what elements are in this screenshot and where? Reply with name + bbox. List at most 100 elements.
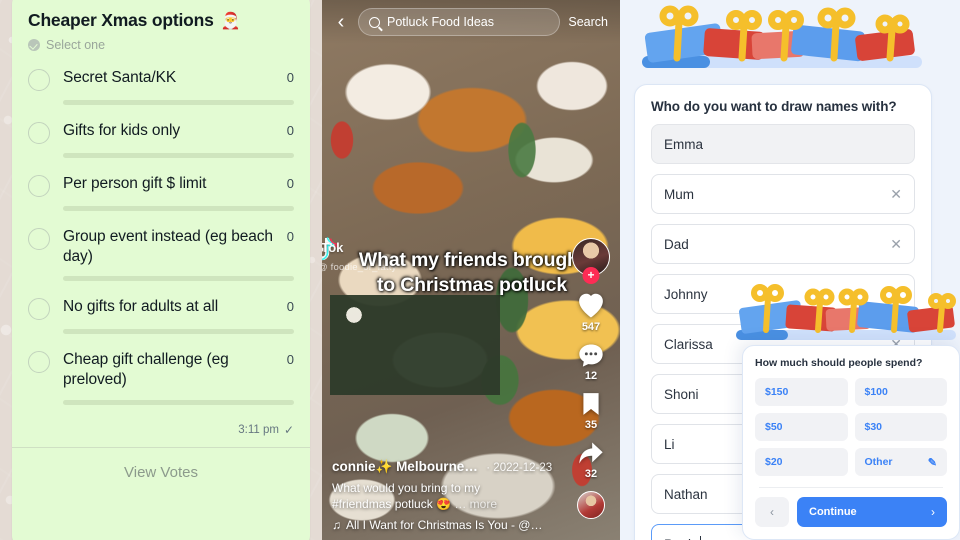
- name-value: Emma: [664, 136, 704, 152]
- creator-username[interactable]: connie✨ Melbourne…: [332, 459, 478, 474]
- poll-option[interactable]: Secret Santa/KK 0: [28, 68, 294, 105]
- poll-option[interactable]: Group event instead (eg beach day) 0: [28, 227, 294, 282]
- divider: [759, 487, 943, 488]
- poll-message-bubble[interactable]: Cheaper Xmas options 🎅 Select one Secret…: [12, 0, 310, 540]
- spend-option-20[interactable]: $20: [755, 448, 848, 476]
- caption-line-1: What my friends brought: [358, 249, 586, 271]
- radio-icon[interactable]: [28, 228, 50, 250]
- comment-action[interactable]: 12: [577, 342, 605, 382]
- description-line-2: #friendmas potluck 😍: [332, 496, 451, 511]
- continue-label: Continue: [809, 506, 857, 518]
- back-chevron-icon[interactable]: ‹: [332, 12, 350, 32]
- poll-option[interactable]: No gifts for adults at all 0: [28, 297, 294, 335]
- poll-option[interactable]: Gifts for kids only 0: [28, 121, 294, 158]
- poll-option-label: Gifts for kids only: [63, 122, 180, 139]
- spend-option-100[interactable]: $100: [854, 378, 947, 406]
- name-value: Dad: [664, 236, 689, 252]
- name-input-dad[interactable]: Dad ✕: [651, 224, 915, 264]
- pencil-icon[interactable]: ✎: [928, 456, 937, 469]
- sushi-platter-decor: [330, 295, 500, 395]
- spend-option-150[interactable]: $150: [755, 378, 848, 406]
- bookmark-icon: [583, 393, 599, 415]
- spend-card-navigation: ‹ Continue ›: [755, 497, 947, 527]
- spend-option-label: $150: [765, 386, 789, 398]
- message-meta: 3:11 pm ✓: [28, 423, 294, 447]
- spend-question: How much should people spend?: [755, 357, 923, 369]
- spend-option-label: $50: [765, 421, 783, 433]
- spend-option-label: $20: [765, 456, 783, 468]
- draw-names-question: Who do you want to draw names with?: [651, 99, 897, 114]
- spend-options-grid: $150 $100 $50 $30 $20 Other ✎: [755, 378, 947, 476]
- spend-option-label: $100: [864, 386, 888, 398]
- name-value: Paula: [664, 537, 699, 540]
- search-input[interactable]: Potluck Food Ideas: [358, 8, 561, 36]
- spend-option-label: Other: [864, 456, 893, 468]
- draw-names-app-panel: Who do you want to draw names with? Emma…: [620, 0, 960, 540]
- video-description: What would you bring to my #friendmas po…: [332, 480, 564, 512]
- name-value: Clarissa: [664, 336, 713, 352]
- gift-banner-illustration: [642, 5, 922, 68]
- name-input-mum[interactable]: Mum ✕: [651, 174, 915, 214]
- poll-option-count: 0: [286, 299, 294, 315]
- poll-option[interactable]: Cheap gift challenge (eg preloved) 0: [28, 350, 294, 405]
- poll-progress-bar: [63, 399, 294, 405]
- music-title: All I Want for Christmas Is You - @…: [346, 518, 543, 532]
- music-disc-avatar[interactable]: [577, 491, 605, 519]
- more-link[interactable]: … more: [454, 497, 497, 511]
- view-votes-button[interactable]: View Votes: [28, 448, 294, 501]
- remove-name-icon[interactable]: ✕: [890, 237, 902, 251]
- poll-progress-bar: [63, 206, 294, 211]
- radio-icon[interactable]: [28, 298, 50, 321]
- music-track[interactable]: ♫ All I Want for Christmas Is You - @…: [332, 518, 564, 532]
- radio-icon[interactable]: [28, 351, 50, 374]
- comment-icon: [579, 344, 603, 367]
- post-date: · 2022-12-23: [486, 461, 553, 474]
- select-hint-label: Select one: [46, 38, 106, 52]
- follow-plus-icon[interactable]: +: [582, 267, 600, 284]
- radio-icon[interactable]: [28, 175, 50, 197]
- poll-option-count: 0: [286, 123, 294, 138]
- poll-title: Cheaper Xmas options 🎅: [28, 10, 294, 31]
- continue-button[interactable]: Continue ›: [797, 497, 947, 527]
- poll-option-label: Cheap gift challenge (eg preloved): [63, 351, 229, 389]
- poll-option-count: 0: [286, 352, 294, 368]
- radio-icon[interactable]: [28, 69, 50, 91]
- name-value: Johnny: [664, 286, 708, 302]
- comment-count: 12: [584, 370, 598, 382]
- santa-emoji: 🎅: [220, 12, 241, 30]
- tiktok-video-panel: ‹ Potluck Food Ideas Search kTok @ foodi…: [322, 0, 620, 540]
- share-count: 32: [584, 468, 598, 480]
- heart-icon: [579, 293, 603, 318]
- share-action[interactable]: 32: [577, 440, 605, 480]
- description-line-1: What would you bring to my: [332, 480, 481, 495]
- caption-line-2: to Christmas potluck: [377, 274, 567, 297]
- bookmark-action[interactable]: 35: [579, 391, 603, 431]
- creator-avatar[interactable]: +: [572, 238, 610, 284]
- poll-option[interactable]: Per person gift $ limit 0: [28, 174, 294, 211]
- spend-amount-card: How much should people spend? $150 $100 …: [742, 345, 960, 540]
- poll-option-label: No gifts for adults at all: [63, 298, 219, 316]
- name-input-emma[interactable]: Emma: [651, 124, 915, 164]
- radio-icon[interactable]: [28, 122, 50, 144]
- chevron-right-icon: ›: [931, 505, 935, 519]
- spend-option-30[interactable]: $30: [854, 413, 947, 441]
- like-action[interactable]: 547: [576, 291, 606, 333]
- poll-select-hint: Select one: [28, 38, 294, 52]
- search-button[interactable]: Search: [568, 15, 610, 29]
- back-button[interactable]: ‹: [755, 497, 789, 527]
- delivered-tick-icon: ✓: [283, 422, 294, 437]
- share-arrow-icon: [579, 442, 603, 464]
- poll-progress-bar: [63, 276, 294, 282]
- remove-name-icon[interactable]: ✕: [890, 187, 902, 201]
- creator-line: connie✨ Melbourne… · 2022-12-23: [332, 458, 564, 476]
- poll-title-text: Cheaper Xmas options: [28, 10, 214, 30]
- spend-option-other[interactable]: Other ✎: [854, 448, 947, 476]
- poll-progress-bar: [63, 329, 294, 335]
- tiktok-action-rail: + 547 12 35 32: [568, 238, 614, 519]
- name-value: Nathan: [664, 486, 708, 502]
- name-value: Shoni: [664, 386, 699, 402]
- poll-option-label: Secret Santa/KK: [63, 69, 177, 86]
- spend-option-50[interactable]: $50: [755, 413, 848, 441]
- music-note-icon: ♫: [332, 518, 341, 532]
- name-value: Mum: [664, 186, 694, 202]
